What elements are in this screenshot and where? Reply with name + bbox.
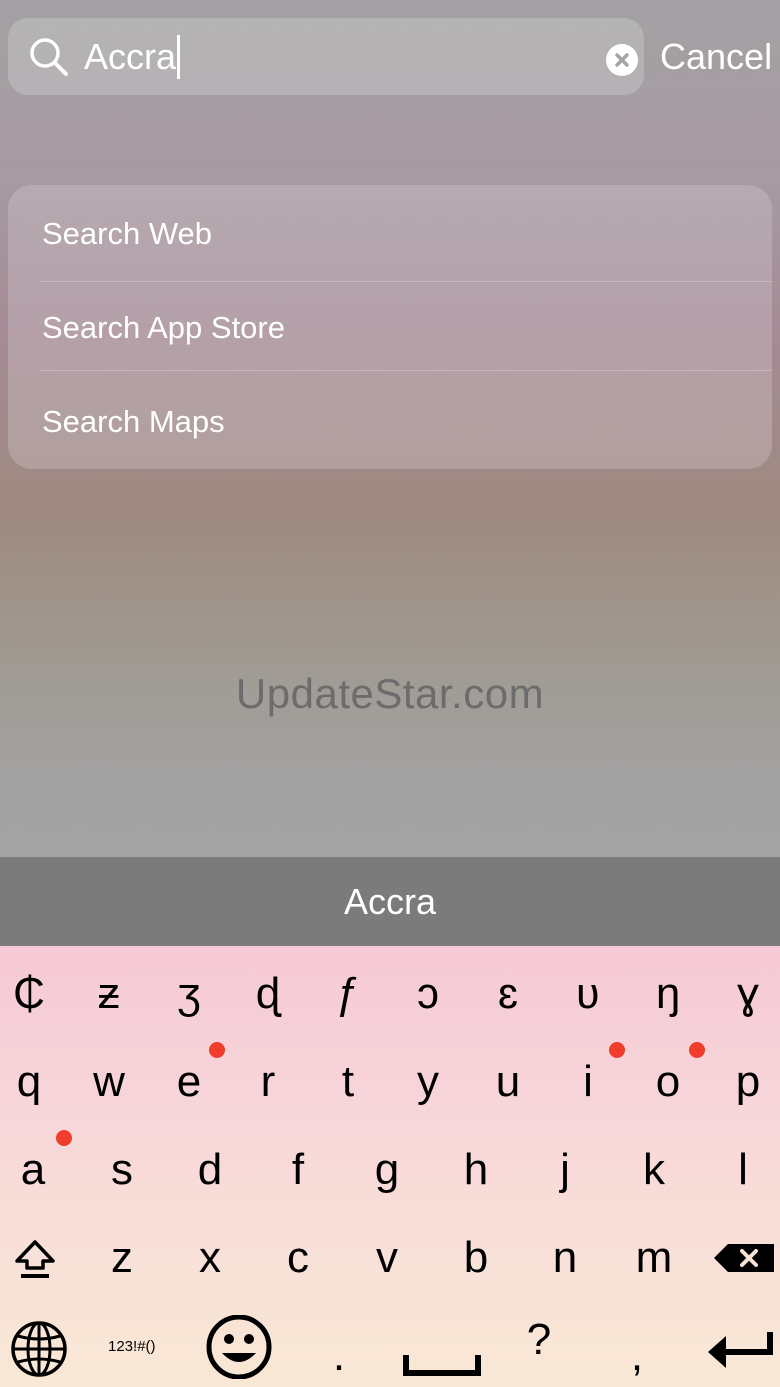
search-bar[interactable]: Accra xyxy=(8,18,644,95)
key-r[interactable]: r xyxy=(229,1052,307,1116)
key-d[interactable]: d xyxy=(171,1140,249,1204)
suggestions-panel: Search Web Search App Store Search Maps xyxy=(8,185,772,469)
return-icon[interactable] xyxy=(704,1330,774,1372)
comma-key[interactable]: , xyxy=(598,1326,676,1387)
key-n[interactable]: n xyxy=(526,1228,604,1292)
key-e[interactable]: e xyxy=(150,1052,228,1116)
key-p[interactable]: p xyxy=(709,1052,780,1116)
keyboard: ₵ ƶ ʒ ɖ ƒ ɔ ɛ ʋ ŋ ɣ q w e r t y u i o p … xyxy=(0,946,780,1387)
divider xyxy=(40,370,772,371)
key-y[interactable]: y xyxy=(389,1052,467,1116)
prediction-bar[interactable]: Accra xyxy=(0,857,780,946)
key-j[interactable]: j xyxy=(526,1140,604,1204)
key-o[interactable]: o xyxy=(629,1052,707,1116)
accent-indicator-dot xyxy=(689,1042,705,1058)
key-l[interactable]: l xyxy=(704,1140,780,1204)
key-b[interactable]: b xyxy=(437,1228,515,1292)
key-u[interactable]: u xyxy=(469,1052,547,1116)
key-special[interactable]: ʒ xyxy=(150,964,228,1028)
key-w[interactable]: w xyxy=(70,1052,148,1116)
suggestion-search-maps[interactable]: Search Maps xyxy=(8,375,772,469)
search-icon xyxy=(30,38,68,76)
clear-icon xyxy=(615,53,629,67)
key-c[interactable]: c xyxy=(259,1228,337,1292)
key-q[interactable]: q xyxy=(0,1052,68,1116)
text-caret xyxy=(177,35,181,79)
key-z[interactable]: z xyxy=(83,1228,161,1292)
key-special[interactable]: ŋ xyxy=(629,964,707,1028)
emoji-icon[interactable] xyxy=(204,1315,274,1379)
key-s[interactable]: s xyxy=(83,1140,161,1204)
suggestion-search-app-store[interactable]: Search App Store xyxy=(8,281,772,375)
key-special[interactable]: ƒ xyxy=(309,964,387,1028)
key-v[interactable]: v xyxy=(348,1228,426,1292)
cancel-button[interactable]: Cancel xyxy=(660,34,772,80)
suggestion-search-web[interactable]: Search Web xyxy=(8,187,772,281)
period-key[interactable]: . xyxy=(300,1326,378,1387)
clear-button[interactable] xyxy=(606,44,638,76)
key-m[interactable]: m xyxy=(615,1228,693,1292)
key-i[interactable]: i xyxy=(549,1052,627,1116)
key-t[interactable]: t xyxy=(309,1052,387,1116)
search-input[interactable]: Accra xyxy=(84,35,181,79)
shift-icon[interactable] xyxy=(12,1236,58,1284)
accent-indicator-dot xyxy=(209,1042,225,1058)
key-special[interactable]: ɔ xyxy=(389,964,467,1028)
key-special[interactable]: ₵ xyxy=(0,964,68,1028)
key-h[interactable]: h xyxy=(437,1140,515,1204)
key-g[interactable]: g xyxy=(348,1140,426,1204)
key-x[interactable]: x xyxy=(171,1228,249,1292)
key-special[interactable]: ʋ xyxy=(549,964,627,1028)
accent-indicator-dot xyxy=(609,1042,625,1058)
key-k[interactable]: k xyxy=(615,1140,693,1204)
space-icon[interactable] xyxy=(402,1351,482,1377)
watermark: UpdateStar.com xyxy=(235,670,545,717)
search-screen: Accra Cancel Search Web Search App Store… xyxy=(0,0,780,857)
key-special[interactable]: ƶ xyxy=(70,964,148,1028)
backspace-icon[interactable] xyxy=(712,1242,776,1274)
question-key[interactable]: ? xyxy=(500,1310,578,1374)
key-special[interactable]: ɛ xyxy=(469,964,547,1028)
key-special[interactable]: ɖ xyxy=(229,964,307,1028)
key-special[interactable]: ɣ xyxy=(709,964,780,1028)
key-a[interactable]: a xyxy=(0,1140,72,1204)
key-f[interactable]: f xyxy=(259,1140,337,1204)
search-query: Accra xyxy=(84,36,177,77)
globe-icon[interactable] xyxy=(10,1320,68,1378)
numbers-key[interactable]: 123!#() xyxy=(108,1338,156,1355)
accent-indicator-dot xyxy=(56,1130,72,1146)
